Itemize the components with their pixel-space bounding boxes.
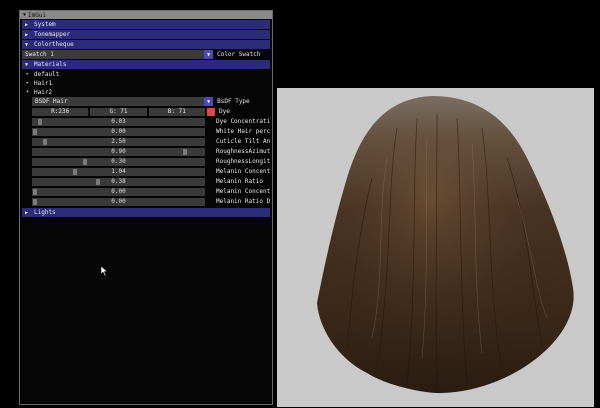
slider-label: RoughnessLongitudinal: [216, 158, 270, 165]
slider-track[interactable]: 0.90: [32, 147, 205, 156]
tree-item-hair1[interactable]: ▸ Hair1: [22, 79, 270, 87]
slider-row: 0.30 RoughnessLongitudinal: [22, 157, 270, 166]
hair-render-image: [317, 96, 574, 394]
slider-value: 2.50: [111, 137, 126, 145]
bsdf-type-value: BSDF Hair: [35, 98, 68, 105]
slider-row: 0.03 Dye Concentration: [22, 117, 270, 126]
slider-row: 0.00 White Hair percentage: [22, 127, 270, 136]
section-lights-label: Lights: [34, 209, 56, 216]
triangle-down-icon: ▼: [25, 61, 29, 68]
slider-row: 0.38 Melanin Ratio: [22, 177, 270, 186]
slider-track[interactable]: 0.38: [32, 177, 205, 186]
section-tonemapper-label: Tonemapper: [34, 31, 71, 38]
dye-r-input[interactable]: R:236: [32, 107, 89, 116]
section-colortheque-label: Colortheque: [34, 41, 74, 48]
dye-g-input[interactable]: G: 71: [90, 107, 147, 116]
slider-list: 0.03 Dye Concentration 0.00 White Hair perc…: [20, 117, 272, 206]
collapse-arrow-icon[interactable]: ▼: [23, 12, 26, 18]
dye-color-swatch[interactable]: [207, 107, 215, 116]
triangle-down-icon: ▼: [25, 41, 29, 48]
tree-item-label: default: [34, 70, 60, 78]
tree-item-hair2[interactable]: ▾ Hair2: [22, 88, 270, 96]
triangle-right-icon: ▶: [25, 209, 29, 216]
slider-label: Melanin Concentration: [216, 188, 270, 195]
bsdf-type-label: BsDF Type: [217, 98, 250, 105]
dye-label: Dye: [219, 108, 230, 115]
render-viewport[interactable]: [277, 88, 594, 407]
tree-arrow-right-icon: ▸: [26, 80, 30, 86]
triangle-right-icon: ▶: [25, 31, 29, 38]
tree-item-default[interactable]: ▸ default: [22, 70, 270, 78]
bsdf-type-combo[interactable]: BSDF Hair ▼: [32, 97, 214, 106]
slider-track[interactable]: 0.00: [32, 197, 205, 206]
slider-label: Melanin Concentration: [216, 168, 270, 175]
slider-label: RoughnessAzimuthal: [216, 148, 270, 155]
slider-track[interactable]: 0.00: [32, 127, 205, 136]
section-materials-label: Materials: [34, 61, 67, 68]
slider-value: 0.30: [111, 157, 126, 165]
slider-value: 0.03: [111, 117, 126, 125]
slider-row: 1.04 Melanin Concentration: [22, 167, 270, 176]
slider-value: 0.00: [111, 187, 126, 195]
slider-track[interactable]: 0.00: [32, 187, 205, 196]
slider-label: White Hair percentage: [216, 128, 270, 135]
slider-value: 0.00: [111, 127, 126, 135]
slider-value: 0.38: [111, 177, 126, 185]
slider-row: 0.00 Melanin Ratio Dispersion: [22, 197, 270, 206]
slider-label: Melanin Ratio: [216, 178, 263, 185]
slider-value: 0.90: [111, 147, 126, 155]
section-tonemapper[interactable]: ▶ Tonemapper: [22, 30, 270, 39]
section-materials[interactable]: ▼ Materials: [22, 60, 270, 69]
tree-item-label: Hair2: [34, 88, 53, 96]
dye-b-input[interactable]: B: 71: [148, 107, 205, 116]
triangle-right-icon: ▶: [25, 21, 29, 28]
dye-rgb-inputs: R:236 G: 71 B: 71: [32, 107, 205, 116]
section-lights[interactable]: ▶ Lights: [22, 208, 270, 217]
color-swatch-row: Swatch 1 ▼ Color Swatch: [22, 50, 270, 59]
section-colortheque[interactable]: ▼ Colortheque: [22, 40, 270, 49]
settings-panel: ▼ ImGui ▶ System ▶ Tonemapper ▼ Colorthe…: [19, 10, 273, 405]
slider-row: 2.50 Cuticle Tilt Angle: [22, 137, 270, 146]
tree-arrow-down-icon: ▾: [26, 89, 30, 95]
mouse-cursor-icon: [101, 266, 108, 276]
dropdown-arrow-icon[interactable]: ▼: [204, 50, 214, 59]
section-system[interactable]: ▶ System: [22, 20, 270, 29]
section-system-label: System: [34, 21, 56, 28]
dye-row: R:236 G: 71 B: 71 Dye: [22, 107, 270, 116]
bsdf-type-row: BSDF Hair ▼ BsDF Type: [22, 97, 270, 106]
slider-label: Melanin Ratio Dispersion: [216, 198, 270, 205]
panel-title: ImGui: [28, 11, 47, 19]
slider-value: 0.00: [111, 197, 126, 205]
tree-item-label: Hair1: [34, 79, 53, 87]
slider-value: 1.04: [111, 167, 126, 175]
color-swatch-value: Swatch 1: [25, 51, 54, 58]
color-swatch-label: Color Swatch: [217, 51, 261, 58]
slider-row: 0.00 Melanin Concentration: [22, 187, 270, 196]
dropdown-arrow-icon[interactable]: ▼: [204, 97, 214, 106]
slider-track[interactable]: 0.30: [32, 157, 205, 166]
slider-track[interactable]: 0.03: [32, 117, 205, 126]
slider-track[interactable]: 2.50: [32, 137, 205, 146]
tree-arrow-right-icon: ▸: [26, 71, 30, 77]
slider-track[interactable]: 1.04: [32, 167, 205, 176]
slider-row: 0.90 RoughnessAzimuthal: [22, 147, 270, 156]
panel-titlebar[interactable]: ▼ ImGui: [20, 11, 272, 19]
color-swatch-combo[interactable]: Swatch 1 ▼: [22, 50, 214, 59]
slider-label: Cuticle Tilt Angle: [216, 138, 270, 145]
slider-label: Dye Concentration: [216, 118, 270, 125]
